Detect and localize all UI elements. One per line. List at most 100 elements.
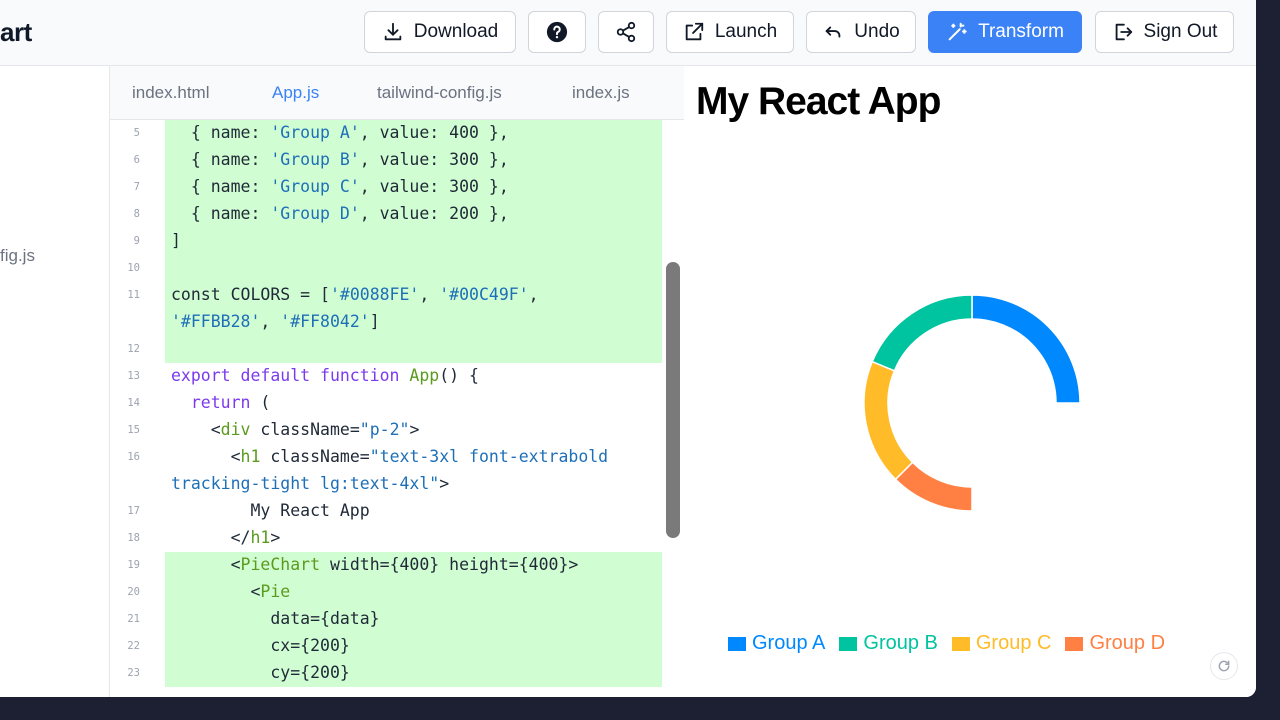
code-line[interactable]: 13 export default function App() { <box>110 363 662 390</box>
code-line[interactable]: 9] <box>110 228 662 255</box>
refresh-preview-button[interactable] <box>1210 652 1238 680</box>
code-line[interactable]: 8 { name: 'Group D', value: 200 }, <box>110 201 662 228</box>
code-line[interactable]: 5 { name: 'Group A', value: 400 }, <box>110 120 662 147</box>
editor-scrollbar-thumb[interactable] <box>666 262 680 538</box>
code-text: data={data} <box>171 609 380 628</box>
legend-label: Group A <box>752 632 826 654</box>
top-toolbar: art Download Launch Undo Transform Sign … <box>0 0 1256 66</box>
line-number: 21 <box>127 613 140 625</box>
code-line[interactable]: 16 <h1 className="text-3xl font-extrabol… <box>110 444 662 471</box>
preview-pane: My React App Group A Group B Group C Group … <box>684 66 1256 697</box>
code-line[interactable]: tracking-tight lg:text-4xl"> <box>110 471 662 498</box>
pie-chart <box>863 294 1081 512</box>
code-line[interactable]: 6 { name: 'Group B', value: 300 }, <box>110 147 662 174</box>
tab-app-js[interactable]: App.js <box>272 83 319 103</box>
legend-swatch <box>728 636 746 651</box>
code-editor: index.html App.js tailwind-config.js ind… <box>110 66 684 697</box>
code-line[interactable]: 21 data={data} <box>110 606 662 633</box>
undo-icon <box>825 26 841 38</box>
line-number: 5 <box>133 127 140 139</box>
transform-label: Transform <box>978 21 1064 42</box>
download-icon <box>384 22 401 41</box>
code-line[interactable]: 22 cx={200} <box>110 633 662 660</box>
refresh-icon <box>1218 660 1230 672</box>
help-button[interactable] <box>528 11 586 53</box>
code-text: <h1 className="text-3xl font-extrabold <box>171 447 609 466</box>
line-number: 16 <box>127 451 140 463</box>
code-text: <div className="p-2"> <box>171 420 420 439</box>
pie-slice-group-c[interactable] <box>863 360 914 481</box>
line-number: 22 <box>127 640 140 652</box>
code-text: return ( <box>171 393 271 412</box>
transform-button[interactable]: Transform <box>928 11 1082 53</box>
line-number: 14 <box>127 397 140 409</box>
line-number: 23 <box>127 667 140 679</box>
sidebar-file-item[interactable]: fig.js <box>0 246 35 266</box>
undo-label: Undo <box>854 21 900 42</box>
share-icon <box>616 21 636 43</box>
legend-swatch <box>951 636 970 651</box>
code-text: { name: 'Group D', value: 200 }, <box>171 204 509 223</box>
share-button[interactable] <box>598 11 654 53</box>
download-label: Download <box>413 21 499 42</box>
code-line[interactable]: 11 const COLORS = ['#0088FE', '#00C49F', <box>110 282 662 309</box>
code-text: tracking-tight lg:text-4xl"> <box>171 474 450 493</box>
file-sidebar: fig.js <box>0 66 110 697</box>
tab-index-html[interactable]: index.html <box>132 83 209 103</box>
code-line[interactable]: 14 return ( <box>110 390 662 417</box>
chart-legend: Group A Group B Group C Group D <box>728 632 1165 655</box>
download-button[interactable]: Download <box>364 11 516 53</box>
code-text: ] <box>171 231 181 250</box>
legend-item[interactable]: Group C <box>951 632 1052 655</box>
code-line[interactable]: '#FFBB28', '#FF8042'] <box>110 309 662 336</box>
sign-out-label: Sign Out <box>1143 21 1218 42</box>
undo-button[interactable]: Undo <box>806 11 916 53</box>
tab-tailwind-config[interactable]: tailwind-config.js <box>377 83 502 103</box>
line-number: 11 <box>127 289 140 301</box>
line-number: 9 <box>133 235 140 247</box>
line-number: 7 <box>133 181 140 193</box>
code-line[interactable]: 17 My React App <box>110 498 662 525</box>
legend-item[interactable]: Group D <box>1065 632 1165 655</box>
legend-swatch <box>1065 636 1084 651</box>
code-text: <PieChart width={400} height={400}> <box>171 555 579 574</box>
code-text: const COLORS = ['#0088FE', '#00C49F', <box>171 285 539 304</box>
code-text: cy={200} <box>171 663 350 682</box>
sign-out-icon <box>1115 23 1132 41</box>
pie-slice-group-a[interactable] <box>971 294 1081 404</box>
external-link-icon <box>685 22 703 41</box>
magic-wand-icon <box>948 22 967 41</box>
code-line[interactable]: 19 <PieChart width={400} height={400}> <box>110 552 662 579</box>
line-number: 17 <box>127 505 140 517</box>
code-line[interactable]: 7 { name: 'Group C', value: 300 }, <box>110 174 662 201</box>
code-text: cx={200} <box>171 636 350 655</box>
sign-out-button[interactable]: Sign Out <box>1095 11 1234 53</box>
code-line[interactable]: 12 <box>110 336 662 363</box>
legend-item[interactable]: Group B <box>839 632 938 655</box>
legend-label: Group C <box>975 632 1052 654</box>
line-number: 19 <box>127 559 140 571</box>
code-line[interactable]: 18 </h1> <box>110 525 662 552</box>
code-line[interactable]: 15 <div className="p-2"> <box>110 417 662 444</box>
code-text: { name: 'Group B', value: 300 }, <box>171 150 509 169</box>
legend-item[interactable]: Group A <box>728 632 825 655</box>
line-number: 6 <box>133 154 140 166</box>
file-tabs: index.html App.js tailwind-config.js ind… <box>110 66 684 120</box>
launch-label: Launch <box>714 21 778 42</box>
tab-index-js[interactable]: index.js <box>572 83 630 103</box>
legend-label: Group B <box>863 632 938 654</box>
line-number: 15 <box>127 424 140 436</box>
code-line[interactable]: 10 <box>110 255 662 282</box>
code-line[interactable]: 20 <Pie <box>110 579 662 606</box>
code-text: '#FFBB28', '#FF8042'] <box>171 312 380 331</box>
help-icon <box>546 21 568 43</box>
launch-button[interactable]: Launch <box>666 11 794 53</box>
line-number: 10 <box>127 262 140 274</box>
pie-slice-group-d[interactable] <box>894 461 973 512</box>
app-brand: art <box>0 17 32 47</box>
line-number: 13 <box>127 370 140 382</box>
code-line[interactable]: 23 cy={200} <box>110 660 662 687</box>
code-area[interactable]: 5 { name: 'Group A', value: 400 }, 6 { na… <box>110 120 662 697</box>
pie-slice-group-b[interactable] <box>871 294 973 372</box>
code-text: <Pie <box>171 582 291 601</box>
